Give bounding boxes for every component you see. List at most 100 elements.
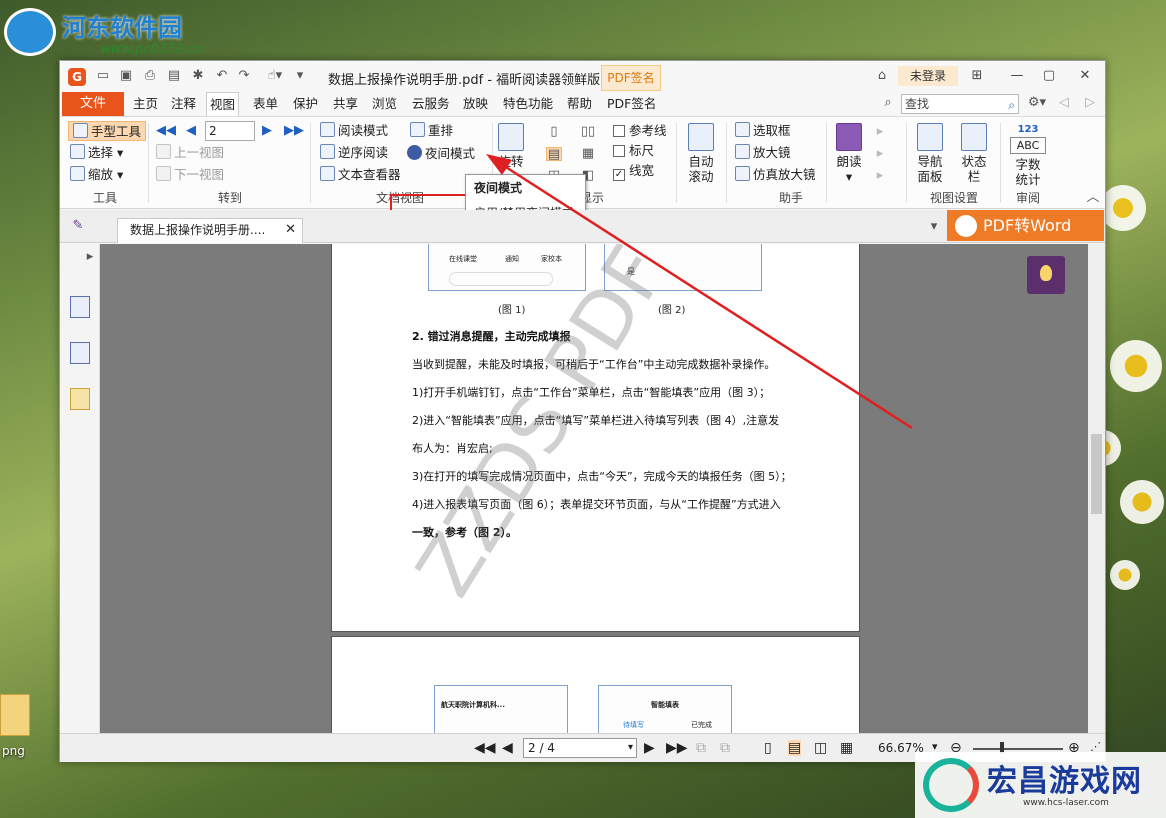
two-page-icon[interactable]: ▯▯	[580, 125, 596, 139]
magnifier-button[interactable]: 放大镜	[735, 143, 791, 163]
tab-list-icon[interactable]: ✎	[70, 219, 86, 233]
tab-dropdown-icon[interactable]: ▾	[926, 220, 942, 234]
read-option-icon[interactable]: ▸	[872, 125, 888, 139]
loupe-button[interactable]: 仿真放大镜	[735, 165, 816, 185]
status-bar-button[interactable]: 状态栏	[956, 123, 992, 184]
first-page-icon[interactable]: ◀◀	[156, 123, 176, 138]
prev-page-icon[interactable]: ◀	[186, 123, 196, 138]
search-input[interactable]: 查找 ⌕	[901, 94, 1019, 114]
tab-help[interactable]: 帮助	[564, 92, 595, 116]
rotate-button[interactable]: 旋转	[496, 123, 526, 169]
next-view-icon[interactable]: ⧉	[720, 740, 730, 756]
continuous-view-icon[interactable]: ▤	[788, 740, 802, 756]
search-prev-icon[interactable]: ◁	[1056, 96, 1072, 110]
single-page-icon[interactable]: ▯	[546, 125, 562, 139]
reflow-button[interactable]: 重排	[410, 121, 453, 141]
scan-icon[interactable]: ▤	[166, 69, 182, 83]
expand-sidebar-icon[interactable]: ▸	[82, 250, 98, 264]
new-icon[interactable]: ✱	[190, 69, 206, 83]
page-indicator-select[interactable]: 2 / 4 ▾	[523, 738, 637, 758]
tab-browse[interactable]: 浏览	[369, 92, 400, 116]
search-next-icon[interactable]: ▷	[1082, 96, 1098, 110]
word-count-button[interactable]: 123 ABC 字数 统计	[1010, 122, 1046, 187]
reverse-reading-button[interactable]: 逆序阅读	[320, 143, 388, 163]
text-viewer-button[interactable]: 文本查看器	[320, 165, 401, 185]
hand-tool-button[interactable]: 手型工具	[68, 121, 147, 141]
group-separator	[310, 123, 311, 203]
vertical-scrollbar[interactable]	[1088, 244, 1105, 733]
close-button[interactable]: ✕	[1072, 65, 1098, 87]
tab-home[interactable]: 主页	[130, 92, 161, 116]
file-menu[interactable]: 文件	[62, 92, 124, 116]
pdf-to-word-banner[interactable]: PDF转Word	[947, 210, 1104, 241]
split-view-icon[interactable]: ▦	[840, 740, 853, 756]
close-tab-icon[interactable]: ✕	[285, 219, 296, 241]
save-icon[interactable]: ▣	[118, 69, 134, 83]
facing-view-icon[interactable]: ◫	[814, 740, 827, 756]
last-page-icon[interactable]: ▶▶	[284, 123, 304, 138]
print-icon[interactable]: ⎙	[142, 69, 158, 83]
tab-comment[interactable]: 注释	[168, 92, 199, 116]
reading-mode-button[interactable]: 阅读模式	[320, 121, 388, 141]
ruler-checkbox[interactable]: 标尺	[613, 142, 654, 160]
guides-checkbox[interactable]: 参考线	[613, 122, 667, 140]
tab-slideshow[interactable]: 放映	[460, 92, 491, 116]
open-folder-icon[interactable]: ▭	[95, 69, 111, 83]
tab-cloud[interactable]: 云服务	[409, 92, 453, 116]
document-tab[interactable]: 数据上报操作说明手册.... ✕	[117, 218, 303, 243]
nav-panel-button[interactable]: 导航 面板	[912, 123, 948, 184]
redo-icon[interactable]: ↷	[236, 69, 252, 83]
comments-icon[interactable]	[70, 388, 90, 410]
prev-view-icon[interactable]: ⧉	[696, 740, 706, 756]
app-logo-icon[interactable]: G	[68, 68, 86, 86]
skin-icon[interactable]: ⌂	[874, 69, 890, 83]
next-view-button[interactable]: 下一视图	[156, 165, 224, 185]
next-page-icon[interactable]: ▶	[644, 740, 655, 756]
night-mode-button[interactable]: 夜间模式	[407, 144, 475, 164]
single-page-view-icon[interactable]: ▯	[764, 740, 772, 756]
auto-scroll-button[interactable]: 自动 滚动	[684, 123, 718, 184]
continuous-page-icon[interactable]: ▤	[546, 147, 562, 162]
undo-icon[interactable]: ↶	[214, 69, 230, 83]
tab-pdf-sign[interactable]: PDF签名	[604, 92, 659, 116]
desktop-file-icon[interactable]	[0, 694, 30, 736]
two-page-continuous-icon[interactable]: ▦	[580, 147, 596, 161]
page-thumbnails-icon[interactable]	[70, 296, 90, 318]
maximize-button[interactable]: ▢	[1036, 65, 1062, 87]
select-box-button[interactable]: 选取框	[735, 121, 791, 141]
tab-share[interactable]: 共享	[330, 92, 361, 116]
tab-features[interactable]: 特色功能	[500, 92, 556, 116]
layers-icon[interactable]	[70, 342, 90, 364]
customize-quick-access-icon[interactable]: ▾	[292, 69, 308, 83]
tab-protect[interactable]: 保护	[290, 92, 321, 116]
read-option-icon[interactable]: ▸	[872, 169, 888, 183]
tab-view[interactable]: 视图	[206, 92, 240, 116]
scrollbar-thumb[interactable]	[1091, 434, 1102, 514]
pdf-sign-context-tab[interactable]: PDF签名	[601, 65, 661, 91]
collapse-ribbon-icon[interactable]: ︿	[1085, 191, 1101, 205]
lineweight-checkbox[interactable]: ✓ 线宽	[613, 162, 654, 181]
zoom-slider[interactable]	[973, 748, 1063, 750]
last-page-icon[interactable]: ▶▶	[666, 740, 688, 756]
login-button[interactable]: 未登录	[898, 66, 958, 86]
document-viewer[interactable]: 在线课堂 通知 家校本 是 (图 1) (图 2) 2. 错过消息提醒，主动完成…	[100, 244, 1088, 733]
lightbulb-tip-icon[interactable]	[1027, 256, 1065, 294]
prev-page-icon[interactable]: ◀	[502, 740, 513, 756]
next-page-icon[interactable]: ▶	[262, 123, 272, 138]
zoom-tool-button[interactable]: 缩放 ▾	[70, 165, 123, 185]
select-tool-button[interactable]: 选择 ▾	[70, 143, 123, 163]
read-option-icon[interactable]: ▸	[872, 147, 888, 161]
search-icon[interactable]: ⌕	[1008, 96, 1015, 114]
minimize-button[interactable]: —	[1004, 65, 1030, 87]
previous-view-button[interactable]: 上一视图	[156, 143, 224, 163]
ribbon-options-icon[interactable]: ⊞	[964, 65, 990, 87]
tab-form[interactable]: 表单	[250, 92, 281, 116]
page-number-input[interactable]: 2	[205, 121, 255, 141]
first-page-icon[interactable]: ◀◀	[474, 740, 496, 756]
hand-dropdown-icon[interactable]: ☝▾	[260, 69, 290, 83]
gear-icon[interactable]: ⚙▾	[1026, 96, 1048, 110]
read-aloud-button[interactable]: 朗读 ▾	[832, 123, 866, 184]
find-settings-icon[interactable]: ⌕	[880, 96, 896, 110]
app-window: G ▭ ▣ ⎙ ▤ ✱ ↶ ↷ ☝▾ ▾ 数据上报操作说明手册.pdf - 福昕…	[59, 60, 1106, 762]
loupe-label: 仿真放大镜	[753, 167, 816, 182]
